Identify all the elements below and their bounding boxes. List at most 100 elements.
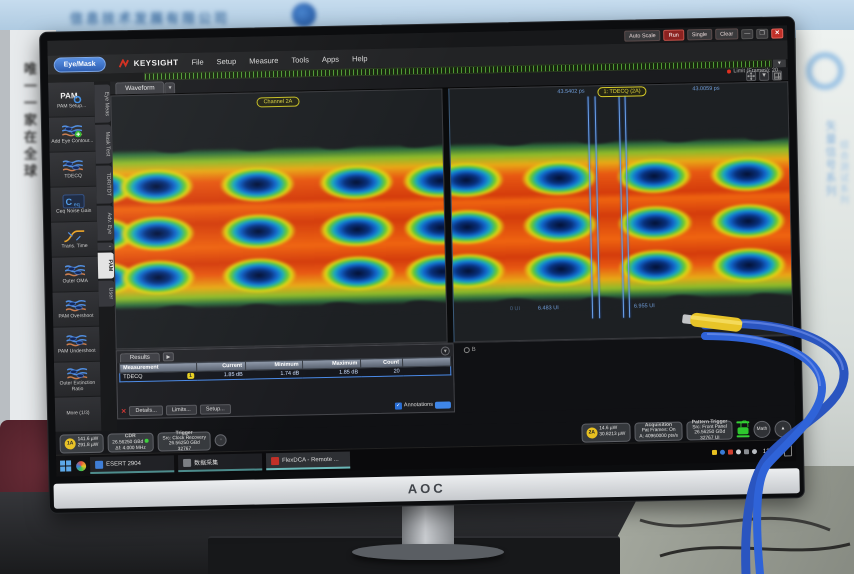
screen: Auto Scale Run Single Clear — ❐ ✕ Eye/Ma… bbox=[47, 25, 796, 476]
results-tab[interactable]: Results bbox=[120, 352, 160, 362]
content: PAM PAM Setup... Add Eye Contour... TDEC… bbox=[48, 67, 795, 432]
auto-scale-button[interactable]: Auto Scale bbox=[624, 30, 661, 42]
minimize-button[interactable]: — bbox=[741, 29, 753, 39]
tab-pam[interactable]: PAM bbox=[98, 253, 115, 279]
sidebar-button-more[interactable]: More (1/3) bbox=[55, 397, 102, 433]
eye-diagram-icon bbox=[63, 159, 83, 173]
menu-file[interactable]: File bbox=[191, 58, 203, 67]
pattern-trigger-status[interactable]: Pattern Trigger Src: Front Panel 26.5625… bbox=[687, 420, 733, 440]
tray-icon[interactable] bbox=[712, 450, 717, 455]
restore-button[interactable]: ❐ bbox=[756, 28, 768, 38]
tray-icon[interactable] bbox=[752, 449, 757, 454]
sidebar-button-ceq-noise-gain[interactable]: Ceq Ceq Noise Gain bbox=[50, 187, 97, 223]
mode-select-button[interactable]: Eye/Mask bbox=[54, 57, 106, 73]
eye-diagram-icon bbox=[66, 299, 86, 313]
taskbar-window-1[interactable]: ESERT 2904 bbox=[90, 455, 174, 474]
tdecq-annotation-chip[interactable]: 1: TDECQ (2A) bbox=[597, 86, 646, 97]
sidebar-button-tdecq[interactable]: TDECQ bbox=[50, 152, 97, 188]
channel-1a-status[interactable]: 1A 141.6 µW 291.8 µW bbox=[59, 433, 103, 453]
run-button[interactable]: Run bbox=[664, 29, 684, 40]
graph-area: Channel 2A 4 bbox=[110, 81, 793, 349]
eye-diagram-icon bbox=[67, 366, 87, 380]
taskbar-window-2[interactable]: 数据采集 bbox=[178, 453, 262, 472]
menu-tools[interactable]: Tools bbox=[291, 55, 309, 64]
tab-mask-test[interactable]: Mask Test bbox=[95, 125, 112, 164]
panel-b-icon bbox=[464, 347, 470, 353]
flexdca-icon bbox=[271, 457, 279, 465]
app-icon bbox=[183, 458, 191, 466]
notification-icon[interactable] bbox=[784, 445, 792, 456]
brand-text: KEYSIGHT bbox=[134, 58, 179, 68]
tray-icon[interactable] bbox=[736, 449, 741, 454]
cdr-status[interactable]: CDR 26.56250 GBd Δf: 4.000 MHz bbox=[107, 432, 154, 452]
menu-measure[interactable]: Measure bbox=[249, 56, 278, 66]
sidebar-button-pam-setup[interactable]: PAM PAM Setup... bbox=[48, 82, 95, 118]
browser-icon[interactable] bbox=[76, 461, 86, 471]
value-current: 1.85 dB bbox=[197, 370, 246, 380]
booth-logo bbox=[292, 3, 316, 27]
monitor-brand: AOC bbox=[408, 481, 446, 497]
math-button[interactable]: Math bbox=[753, 420, 770, 437]
tab-collapse[interactable]: ‹ bbox=[97, 243, 113, 251]
tab-adv-eye[interactable]: Adv. Eye bbox=[97, 205, 114, 241]
tab-tdr-tdt[interactable]: TDR/TDT bbox=[96, 166, 113, 204]
keysight-logo-icon bbox=[118, 55, 130, 73]
channel-badge: 1A bbox=[65, 438, 76, 449]
results-collapse-button[interactable]: ▼ bbox=[441, 346, 450, 355]
menu-setup[interactable]: Setup bbox=[217, 57, 237, 66]
single-button[interactable]: Single bbox=[687, 29, 713, 41]
ceq-icon: Ceq bbox=[62, 194, 84, 208]
sidebar-button-outer-oma[interactable]: Outer OMA bbox=[52, 257, 99, 293]
menu-apps[interactable]: Apps bbox=[322, 55, 339, 64]
sidebar-button-trans-time[interactable]: Trans. Time bbox=[51, 222, 98, 258]
channel-2a-status[interactable]: 2A 14.6 µW 30.8213 µW bbox=[581, 422, 630, 442]
panel-b-label[interactable]: B bbox=[464, 347, 476, 353]
channel-chip[interactable]: Channel 2A bbox=[256, 97, 299, 108]
tray-icon[interactable] bbox=[744, 449, 749, 454]
details-button[interactable]: Details... bbox=[129, 405, 163, 416]
sidebar-button-pam-undershoot[interactable]: PAM Undershoot bbox=[53, 327, 100, 363]
marker-time-left: 43.5402 ps bbox=[557, 89, 584, 96]
measurement-name: TDECQ bbox=[123, 374, 142, 380]
main-area: Waveform ▼ ▼ bbox=[110, 67, 795, 431]
results-play-button[interactable]: ▶ bbox=[163, 352, 174, 361]
app-icon bbox=[95, 460, 103, 468]
tab-eye-meas[interactable]: Eye Meas bbox=[94, 84, 111, 123]
limit-note-text: Limit (Frames): 20 bbox=[733, 68, 778, 75]
checkbox-icon: ✓ bbox=[395, 402, 402, 409]
wall-logo bbox=[806, 52, 844, 90]
waveform-tab[interactable]: Waveform bbox=[115, 81, 165, 94]
annotations-badge bbox=[435, 401, 451, 408]
sidebar-button-add-eye-contour[interactable]: Add Eye Contour... bbox=[49, 117, 96, 153]
taskbar-window-flexdca[interactable]: FlexDCA - Remote ... bbox=[266, 452, 350, 471]
close-button[interactable]: ✕ bbox=[771, 28, 783, 38]
tab-user[interactable]: User bbox=[98, 280, 115, 306]
tray-icon[interactable] bbox=[720, 450, 725, 455]
window1-label: 6.483 UI bbox=[538, 305, 559, 311]
start-button[interactable] bbox=[60, 460, 72, 472]
trigger-status[interactable]: Trigger Src: Clock Recovery 26.56250 GBd… bbox=[157, 431, 211, 451]
status-expand-button[interactable]: ◦ bbox=[215, 434, 227, 446]
setup-button[interactable]: Setup... bbox=[200, 404, 231, 415]
monitor: Auto Scale Run Single Clear — ❐ ✕ Eye/Ma… bbox=[39, 16, 805, 514]
menu-help[interactable]: Help bbox=[352, 54, 368, 63]
limit-frames-note: Limit (Frames): 20 bbox=[727, 68, 778, 75]
limits-button[interactable]: Limits... bbox=[166, 405, 197, 416]
waveform-tab-dropdown[interactable]: ▼ bbox=[164, 82, 175, 93]
window2-label: 6.955 UI bbox=[634, 303, 655, 309]
acquisition-status[interactable]: Acquisition Pat Frames: On A: 40960000 p… bbox=[634, 421, 683, 441]
sidebar-button-outer-extinction-ratio[interactable]: Outer Extinction Ratio bbox=[54, 362, 101, 398]
eye-diagram-panel-left[interactable]: Channel 2A bbox=[110, 89, 447, 350]
eye-diagram-icon bbox=[65, 264, 85, 278]
aux-round-button[interactable]: ▲ bbox=[774, 420, 791, 437]
measurement-badge: 1 bbox=[187, 373, 194, 379]
clear-button[interactable]: Clear bbox=[715, 28, 738, 39]
pattern-lock-indicator bbox=[736, 421, 749, 437]
sidebar-button-pam-overshoot[interactable]: PAM Overshoot bbox=[52, 292, 99, 328]
eye-diagram-panel-right[interactable]: 43.5402 ps 1: TDECQ (2A) 43.0059 ps 0 UI… bbox=[448, 81, 793, 342]
results-panel: Results ▶ ▼ Measurement Current bbox=[116, 343, 455, 419]
taskbar-clock[interactable]: 13:22 bbox=[763, 448, 778, 454]
annotations-toggle[interactable]: ✓ Annotations bbox=[395, 401, 451, 409]
tray-icon[interactable] bbox=[728, 450, 733, 455]
close-results-icon[interactable]: ✕ bbox=[121, 407, 127, 415]
